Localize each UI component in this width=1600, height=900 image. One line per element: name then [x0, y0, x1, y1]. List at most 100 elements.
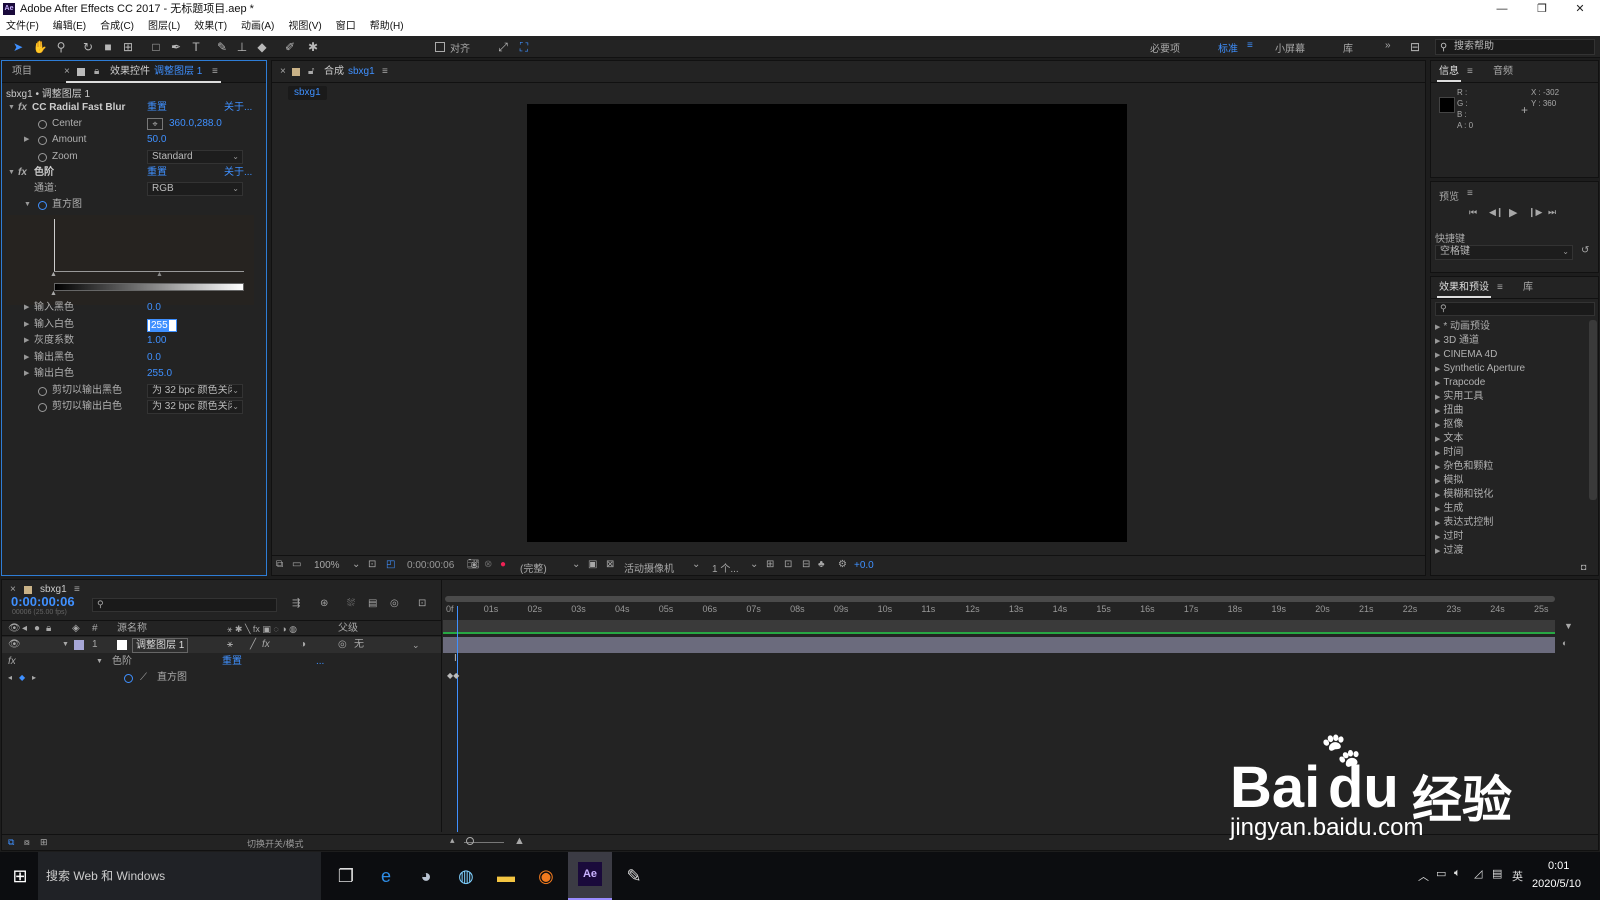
keyframe-icon[interactable]: ◆◆ — [447, 671, 459, 680]
reset-link[interactable]: 重置 — [147, 100, 167, 116]
workspace-small-screen[interactable]: 小屏幕 — [1275, 40, 1305, 55]
disclosure-down-icon[interactable]: ▼ — [96, 654, 103, 670]
label-icon[interactable]: ◈ — [72, 621, 80, 637]
panel-menu-icon[interactable]: ≡ — [212, 61, 218, 83]
switches-icons[interactable]: ⚹ ✱ ╲ fx ▣ ◌ ◑ ◍ — [227, 621, 297, 637]
tab-close-icon[interactable]: × — [64, 61, 70, 83]
channel-dropdown[interactable]: RGB ⌄ — [147, 182, 243, 196]
stopwatch-icon[interactable] — [38, 120, 47, 129]
frame-blending-icon[interactable]: ▤ — [368, 598, 377, 609]
effect-category[interactable]: ▶ 模拟 — [1431, 474, 1586, 488]
tray-chevron-icon[interactable]: ︿ — [1418, 868, 1429, 884]
effect-category[interactable]: ▶ 模糊和锐化 — [1431, 488, 1586, 502]
gamma-handle-icon[interactable]: ▲ — [156, 271, 163, 278]
workspace-standard[interactable]: 标准 — [1218, 40, 1238, 55]
disclosure-right-icon[interactable]: ▶ — [24, 366, 29, 382]
layer-duration-bar[interactable] — [443, 637, 1555, 653]
tab-library[interactable]: 库 — [1523, 277, 1533, 299]
hand-tool-icon[interactable]: ✋ — [32, 39, 48, 55]
panel-menu-icon[interactable]: ≡ — [74, 580, 80, 600]
effect-category[interactable]: ▶ 文本 — [1431, 432, 1586, 446]
chevron-down-icon[interactable]: ⌄ — [572, 559, 580, 570]
fit-icon[interactable]: ⊡ — [368, 559, 376, 570]
layer-label-color[interactable] — [74, 640, 84, 650]
comp-breadcrumb[interactable]: sbxg1 — [288, 86, 327, 100]
tab-effect-controls[interactable]: 效果控件 — [110, 61, 150, 83]
timeline-search-input[interactable]: ⚲ — [92, 598, 277, 612]
prop-value[interactable]: 0.0 — [147, 300, 161, 316]
last-frame-icon[interactable]: ⏭ — [1548, 207, 1556, 218]
rectangle-tool-icon[interactable]: □ — [148, 39, 164, 55]
rotate-tool-icon[interactable]: ↻ — [80, 39, 96, 55]
stopwatch-icon[interactable] — [38, 387, 47, 396]
disclosure-right-icon[interactable]: ▶ — [24, 317, 29, 333]
stopwatch-icon[interactable] — [38, 153, 47, 162]
tab-audio[interactable]: 音频 — [1493, 61, 1513, 83]
zoom-in-icon[interactable]: ▲ — [514, 835, 525, 847]
disclosure-right-icon[interactable]: ▶ — [24, 132, 29, 148]
notification-icon[interactable]: ▤ — [1492, 867, 1502, 880]
panel-menu-icon[interactable]: ≡ — [1467, 61, 1473, 83]
about-link[interactable]: 关于... — [224, 165, 252, 181]
first-frame-icon[interactable]: ⏮ — [1469, 207, 1477, 218]
pan-behind-tool-icon[interactable]: ⊞ — [120, 39, 136, 55]
motion-blur-icon[interactable]: ◎ — [390, 598, 399, 609]
battery-icon[interactable]: ▭ — [1436, 867, 1446, 880]
prev-keyframe-icon[interactable]: ◂ — [8, 670, 12, 686]
stopwatch-active-icon[interactable] — [38, 201, 47, 210]
after-effects-taskbar-button[interactable]: Ae — [568, 852, 612, 900]
effect-category[interactable]: ▶ 表达式控制 — [1431, 516, 1586, 530]
help-search-input[interactable]: 搜索帮助 — [1435, 39, 1595, 55]
adjustment-layer-icon[interactable]: ◑ — [300, 637, 306, 653]
camera-tool-icon[interactable]: ■ — [100, 39, 116, 55]
disclosure-down-icon[interactable]: ▼ — [8, 165, 15, 181]
brush-tool-icon[interactable]: ✎ — [214, 39, 230, 55]
loop-icon[interactable]: ↺ — [1581, 245, 1589, 256]
zoom-slider-thumb[interactable] — [466, 837, 474, 845]
chevron-down-icon[interactable]: ⌄ — [412, 637, 420, 653]
effect-category[interactable]: ▶ CINEMA 4D — [1431, 348, 1586, 362]
solo-icon[interactable]: ● — [34, 621, 40, 637]
add-keyframe-icon[interactable]: ◆ — [19, 670, 25, 686]
grid-snap-icon[interactable]: ⛶ — [516, 39, 532, 55]
exposure-value[interactable]: +0.0 — [854, 560, 874, 571]
workspace-menu-icon[interactable]: ≡ — [1247, 40, 1253, 51]
zoom-dropdown[interactable]: Standard ⌄ — [147, 150, 243, 164]
prop-value[interactable]: 360.0,288.0 — [169, 116, 222, 132]
comp-tab-name[interactable]: sbxg1 — [348, 61, 375, 83]
expand-layer-icon[interactable]: ⧉ — [8, 837, 14, 848]
zoom-out-icon[interactable]: ▴ — [450, 835, 455, 846]
timeline-end-icon[interactable]: ▼ — [1564, 621, 1573, 631]
disclosure-down-icon[interactable]: ▼ — [24, 197, 31, 213]
roto-brush-tool-icon[interactable]: ✐ — [282, 39, 298, 55]
more-workspaces-icon[interactable]: » — [1385, 40, 1391, 51]
roi-icon[interactable]: ▣ — [588, 559, 597, 570]
col-parent[interactable]: 父级 — [338, 621, 358, 637]
effect-category[interactable]: ▶ Trapcode — [1431, 376, 1586, 390]
disclosure-right-icon[interactable]: ▶ — [24, 333, 29, 349]
restore-icon[interactable]: ❐ — [1522, 0, 1562, 18]
browser-icon[interactable]: ◍ — [450, 858, 482, 894]
eye-icon[interactable]: 👁︎ — [8, 621, 21, 637]
stopwatch-icon[interactable] — [38, 136, 47, 145]
prop-value[interactable]: 255.0 — [147, 366, 172, 382]
menu-animation[interactable]: 动画(A) — [241, 21, 274, 32]
snapshot-icon[interactable]: 📷︎ — [467, 559, 480, 570]
file-explorer-icon[interactable]: ▬ — [490, 858, 522, 894]
snap-icon[interactable]: ⤢ — [495, 39, 511, 55]
always-preview-icon[interactable]: ⧉ — [276, 559, 283, 570]
clock-time[interactable]: 0:01 — [1548, 860, 1569, 872]
disclosure-down-icon[interactable]: ▼ — [62, 637, 69, 653]
output-black-handle-icon[interactable]: ▲ — [50, 290, 57, 297]
minimize-icon[interactable]: — — [1482, 0, 1522, 18]
graph-icon[interactable]: ⟋ — [140, 670, 147, 686]
timeline-timecode[interactable]: 0:00:00:06 — [11, 594, 75, 609]
next-keyframe-icon[interactable]: ▸ — [32, 670, 36, 686]
comp-viewer-canvas[interactable] — [527, 104, 1127, 542]
menu-window[interactable]: 窗口 — [336, 21, 356, 32]
views-dropdown[interactable]: 1 个... — [712, 560, 739, 575]
layer-name[interactable]: 调整图层 1 — [132, 638, 189, 653]
menu-layer[interactable]: 图层(L) — [148, 21, 180, 32]
prop-value[interactable]: 1.00 — [147, 333, 166, 349]
effects-scrollbar[interactable] — [1589, 320, 1597, 500]
